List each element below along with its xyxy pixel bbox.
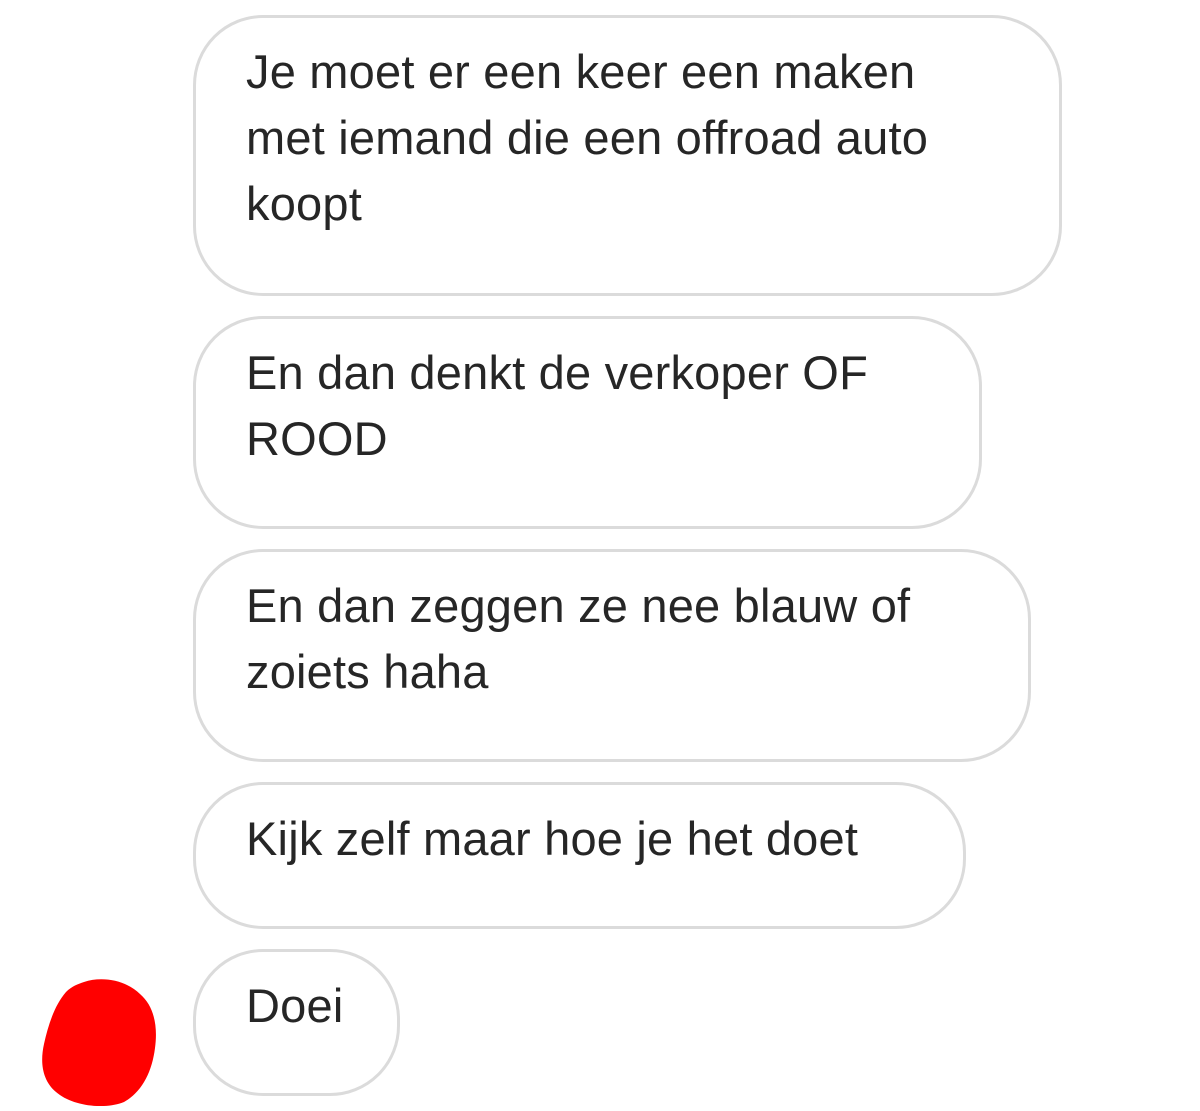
message-bubble[interactable]: En dan denkt de verkoper OF ROOD bbox=[193, 316, 982, 529]
message-bubble[interactable]: Je moet er een keer een maken met iemand… bbox=[193, 15, 1062, 296]
message-text: Doei bbox=[246, 979, 344, 1032]
message-bubble[interactable]: En dan zeggen ze nee blauw of zoiets hah… bbox=[193, 549, 1031, 762]
message-text: Je moet er een keer een maken met iemand… bbox=[246, 45, 929, 230]
message-text: En dan denkt de verkoper OF ROOD bbox=[246, 346, 868, 465]
message-thread: Je moet er een keer een maken met iemand… bbox=[0, 0, 1200, 1107]
message-text: Kijk zelf maar hoe je het doet bbox=[246, 812, 859, 865]
message-bubble[interactable]: Kijk zelf maar hoe je het doet bbox=[193, 782, 966, 929]
message-text: En dan zeggen ze nee blauw of zoiets hah… bbox=[246, 579, 911, 698]
message-bubble[interactable]: Doei bbox=[193, 949, 400, 1096]
redacted-avatar-icon[interactable] bbox=[40, 976, 160, 1107]
